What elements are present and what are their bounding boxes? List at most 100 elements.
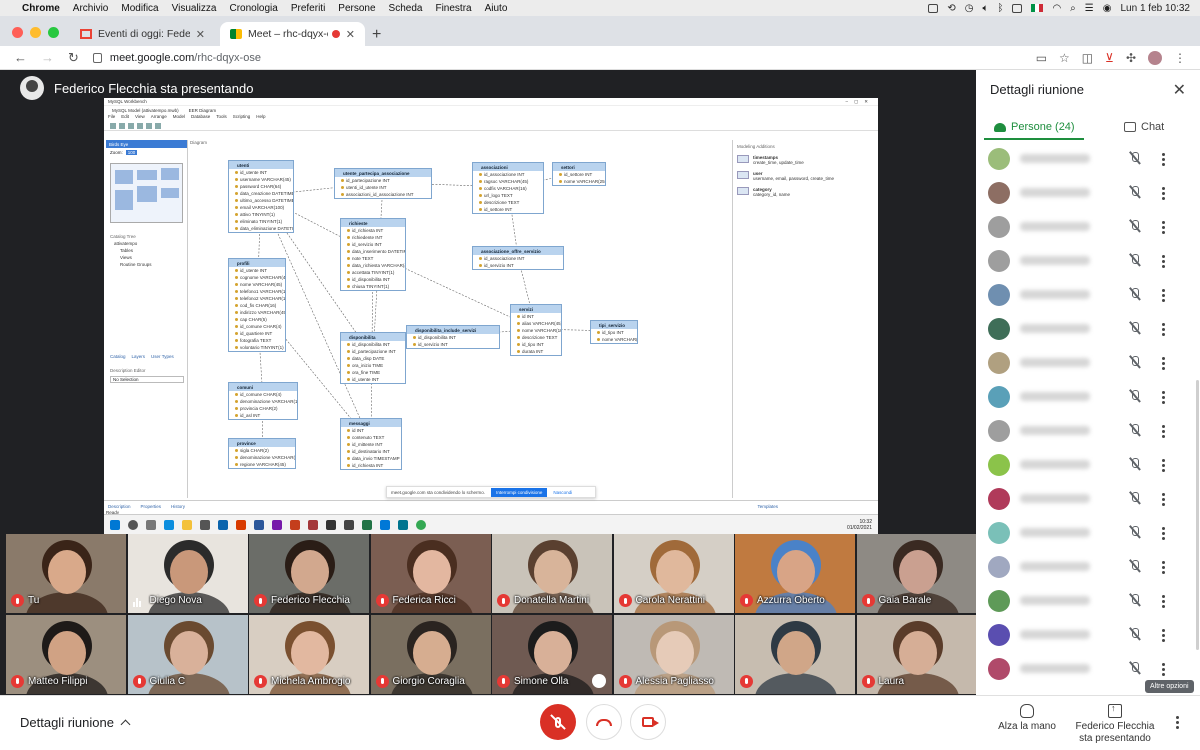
word-icon[interactable] (254, 519, 264, 530)
wb-menu-arrange[interactable]: Arrange (151, 114, 167, 121)
mic-off-icon[interactable] (1130, 186, 1140, 200)
edge-icon[interactable] (164, 519, 174, 530)
italian-flag-icon[interactable] (1031, 4, 1044, 12)
tab-catalog[interactable]: Catalog (110, 354, 126, 359)
entity-table[interactable]: richieste id_richiesta INT richiedente INT… (340, 218, 406, 291)
wb-menu-help[interactable]: Help (256, 114, 265, 121)
menu-visualizza[interactable]: Visualizza (172, 3, 217, 14)
person-row[interactable] (976, 142, 1200, 176)
menu-scheda[interactable]: Scheda (389, 3, 423, 14)
menu-finestra[interactable]: Finestra (435, 3, 471, 14)
tree-views[interactable]: Views (110, 254, 183, 261)
windows-start-icon[interactable] (110, 519, 120, 530)
participant-tile[interactable]: Azzurra Oberto (735, 534, 855, 613)
leave-call-button[interactable] (586, 704, 622, 740)
terminal-icon[interactable] (326, 519, 336, 530)
screen-record-icon[interactable] (928, 3, 939, 13)
person-row[interactable] (976, 312, 1200, 346)
toolbar-icon[interactable] (146, 122, 152, 129)
tab-properties[interactable]: Properties (141, 504, 162, 509)
close-window-button[interactable] (12, 27, 23, 38)
tab-gmail[interactable]: Eventi di oggi: Federico Flecchia ✕ (70, 22, 215, 46)
entity-table[interactable]: province sigla CHAR(2) denominazione VARCH… (228, 438, 296, 469)
mic-off-icon[interactable] (1130, 152, 1140, 166)
control-center-icon[interactable]: ☰ (1085, 3, 1094, 14)
close-tab-icon[interactable]: ✕ (346, 28, 355, 41)
toolbar-icon[interactable] (128, 122, 134, 129)
participant-tile[interactable]: Laura (856, 614, 977, 694)
mic-off-icon[interactable] (1130, 560, 1140, 574)
extension-icon[interactable]: ◫ (1082, 51, 1093, 65)
shared-screen[interactable]: MySQL Workbench –▢✕ MySQL Model (attivat… (104, 98, 878, 604)
mic-off-icon[interactable] (1130, 662, 1140, 676)
mic-off-icon[interactable] (1130, 424, 1140, 438)
more-options-icon[interactable] (1176, 716, 1179, 729)
entity-table[interactable]: associazioni id_associazione INT ragsoc VA… (472, 162, 544, 214)
more-vert-icon[interactable] (1162, 595, 1165, 608)
wb-menu-tools[interactable]: Tools (216, 114, 227, 121)
vscode-icon[interactable] (380, 519, 390, 530)
zoom-value[interactable]: 100 (125, 150, 138, 155)
addition-timestamps[interactable]: timestamps create_time, update_time (737, 155, 872, 165)
mic-off-icon[interactable] (1130, 322, 1140, 336)
tab-description[interactable]: Description (108, 504, 131, 509)
person-row[interactable] (976, 278, 1200, 312)
raise-hand-button[interactable]: Alza la mano (998, 704, 1056, 733)
wb-menu-file[interactable]: File (108, 114, 115, 121)
participant-tile[interactable]: Tu (6, 534, 126, 613)
entity-table[interactable]: disponibilita id_disponibilita INT id_part… (340, 332, 406, 384)
participant-tile[interactable]: Michela Ambrogio (249, 614, 369, 694)
menu-modifica[interactable]: Modifica (121, 3, 158, 14)
entity-table[interactable]: tipi_servizioid_tipo INTnome VARCHAR(45) (590, 320, 638, 344)
tab-templates[interactable]: Templates (757, 504, 778, 509)
battery-icon[interactable] (1012, 3, 1023, 13)
more-vert-icon[interactable] (1162, 459, 1165, 472)
more-vert-icon[interactable] (1162, 527, 1165, 540)
profile-avatar[interactable] (1148, 50, 1162, 65)
address-bar[interactable]: meet.google.com/rhc-dqyx-ose (92, 52, 261, 64)
wb-menu-model[interactable]: Model (173, 114, 185, 121)
zoom-window-button[interactable] (48, 27, 59, 38)
close-panel-icon[interactable]: ✕ (1173, 80, 1186, 100)
participant-tile[interactable]: Gaia Barale (856, 534, 977, 613)
participant-tile[interactable]: Federica Ricci (370, 534, 491, 613)
panel-scrollbar[interactable] (1196, 380, 1199, 650)
mic-off-icon[interactable] (1130, 628, 1140, 642)
chrome-icon[interactable] (416, 519, 426, 530)
wb-menu-database[interactable]: Database (191, 114, 210, 121)
wb-menu-edit[interactable]: Edit (121, 114, 129, 121)
person-row[interactable] (976, 448, 1200, 482)
person-row[interactable] (976, 380, 1200, 414)
more-vert-icon[interactable] (1162, 255, 1165, 268)
taskbar-clock[interactable]: 10:32 01/02/2021 (847, 519, 872, 531)
reload-icon[interactable]: ↻ (68, 50, 79, 66)
more-vert-icon[interactable] (1162, 561, 1165, 574)
more-vert-icon[interactable] (1162, 323, 1165, 336)
participant-tile[interactable]: Matteo Filippi (6, 614, 126, 694)
addition-user[interactable]: user username, email, password, create_ti… (737, 171, 872, 181)
more-vert-icon[interactable] (1162, 289, 1165, 302)
person-row[interactable] (976, 550, 1200, 584)
volume-icon[interactable]: 🔈︎ (982, 3, 988, 14)
shopping-extension-icon[interactable]: ⊻ (1105, 51, 1114, 65)
office-icon[interactable] (236, 519, 246, 530)
more-vert-icon[interactable] (1162, 391, 1165, 404)
tab-user-types[interactable]: User Types (151, 354, 174, 359)
presenting-button[interactable]: Federico Flecchia sta presentando (1072, 702, 1158, 745)
meeting-details-toggle[interactable]: Dettagli riunione (20, 715, 131, 730)
mic-off-icon[interactable] (1130, 220, 1140, 234)
access-icon[interactable] (308, 519, 318, 530)
tree-tables[interactable]: Tables (110, 247, 183, 254)
entity-table[interactable]: profili id_utente INT cognome VARCHAR(45) n… (228, 258, 286, 352)
more-vert-icon[interactable] (1162, 663, 1165, 676)
person-row[interactable] (976, 244, 1200, 278)
tab-meet[interactable]: Meet – rhc-dqyx-ose ✕ (220, 22, 365, 46)
mail-app-icon[interactable] (344, 519, 354, 530)
person-row[interactable] (976, 346, 1200, 380)
tree-schema[interactable]: attivatempo (110, 240, 183, 247)
folder-icon[interactable] (182, 519, 192, 530)
time-machine-icon[interactable]: ⟲ (947, 3, 955, 14)
more-vert-icon[interactable] (1162, 493, 1165, 506)
powerpoint-icon[interactable] (290, 519, 300, 530)
mic-off-icon[interactable] (1130, 526, 1140, 540)
